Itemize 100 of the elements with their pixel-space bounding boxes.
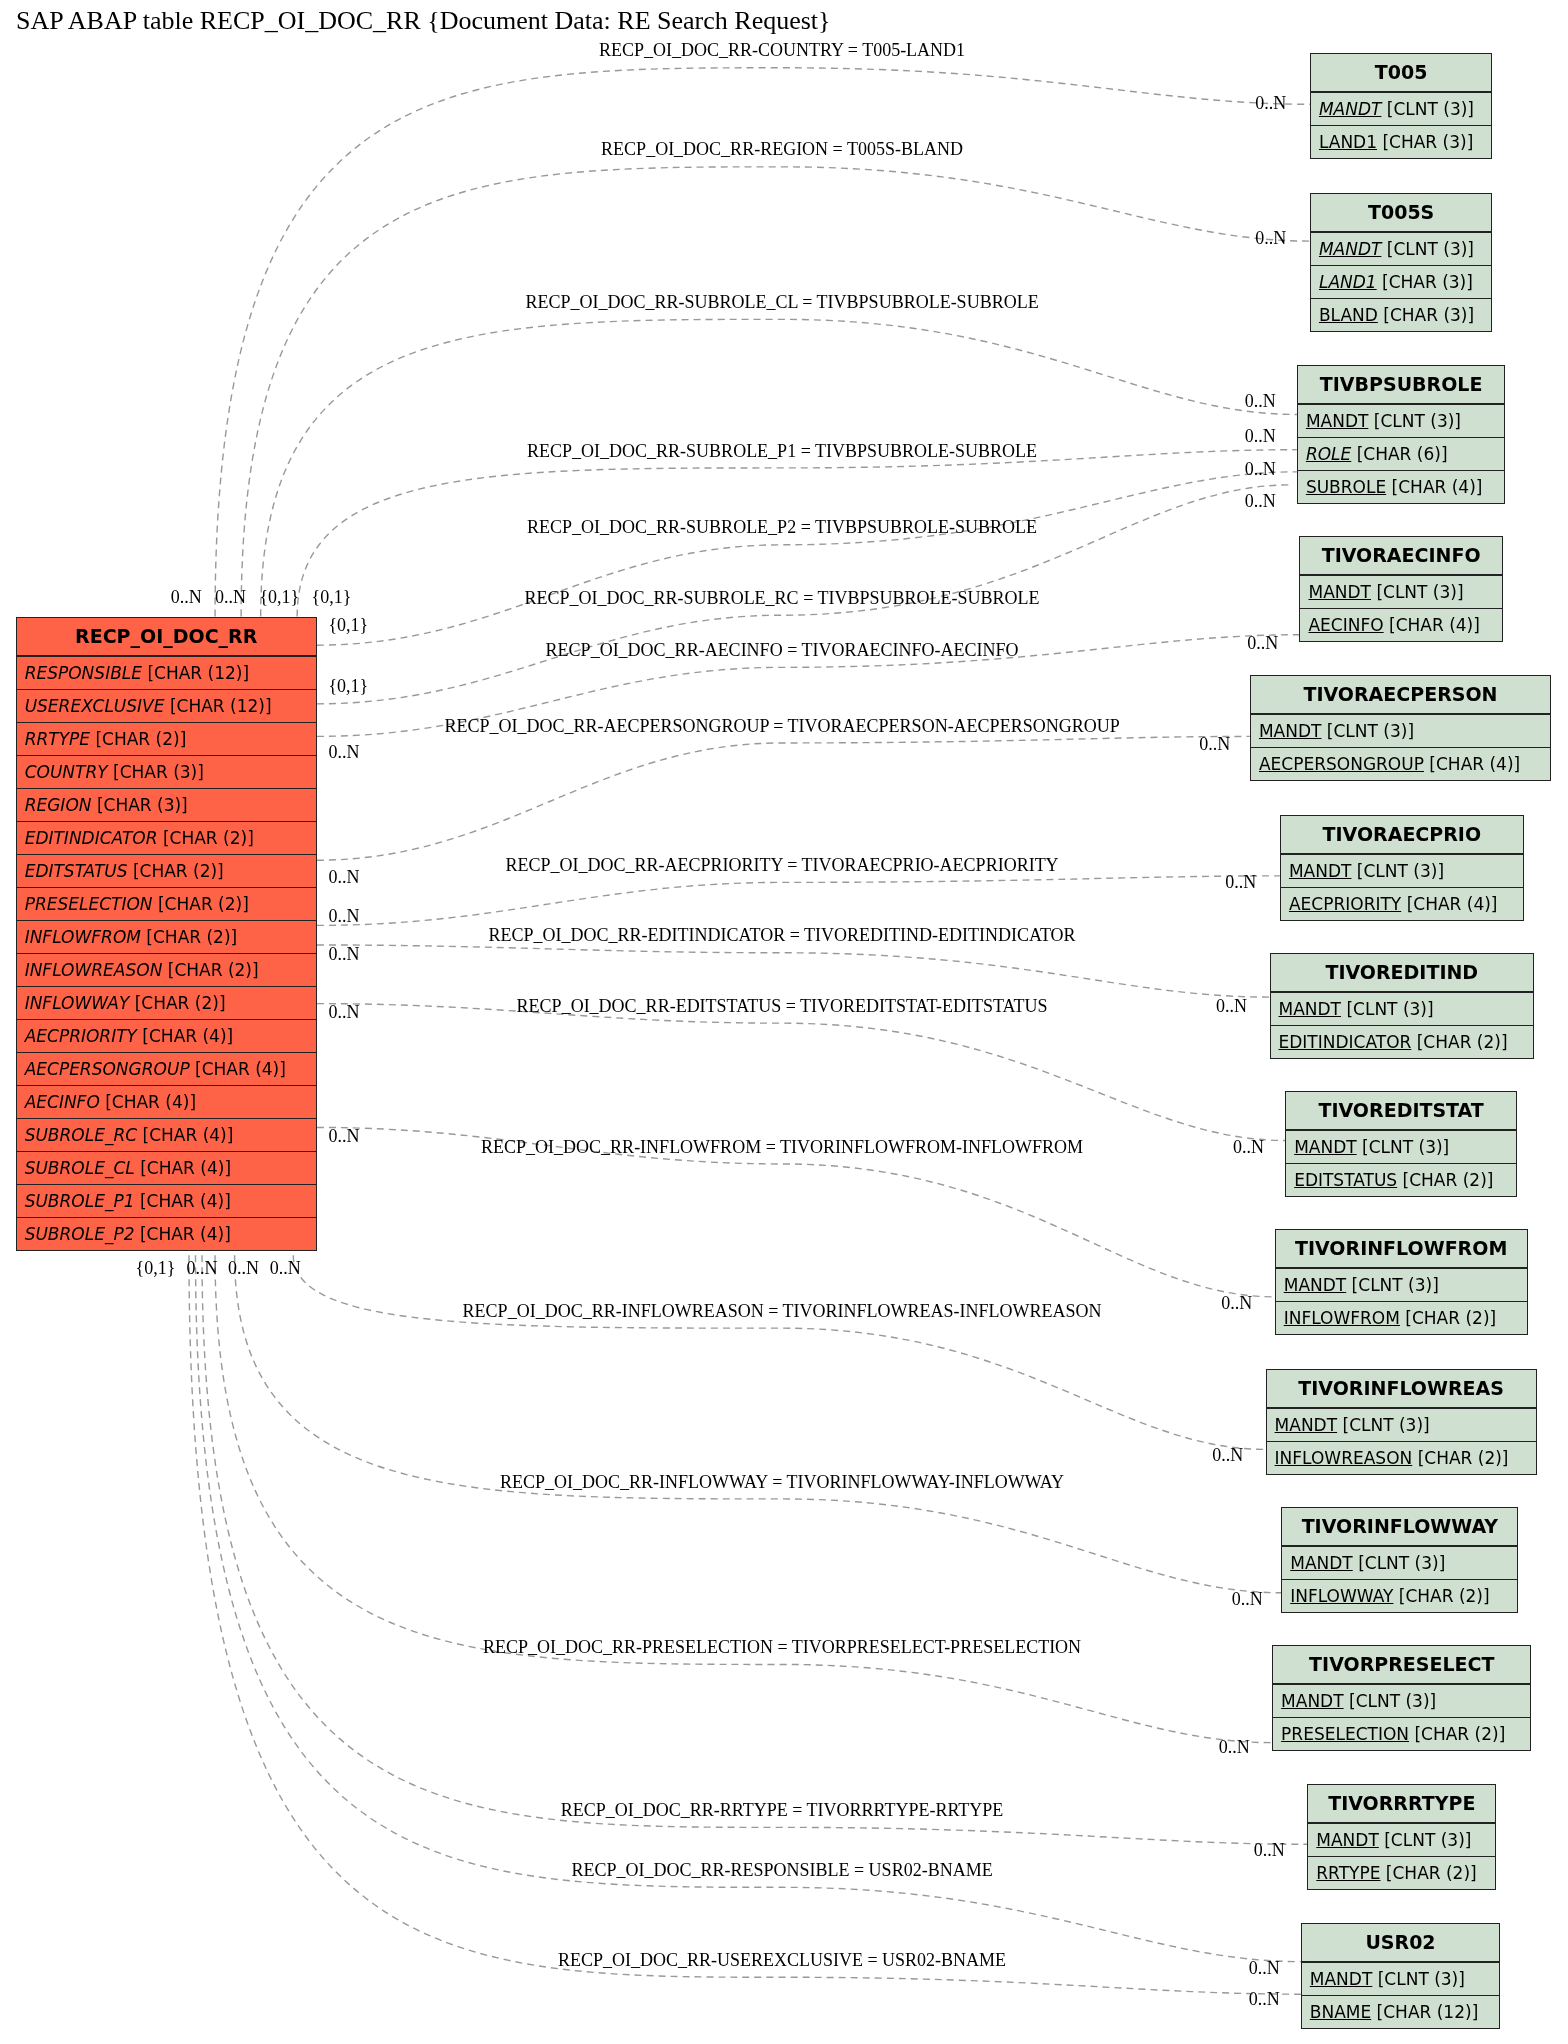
- field-row: AECINFO [CHAR (4)]: [16, 1084, 316, 1118]
- field-row: INFLOWFROM [CHAR (2)]: [1275, 1301, 1527, 1335]
- cardinality-label: 0..N: [1244, 491, 1276, 513]
- relation-label: RECP_OI_DOC_RR-USEREXCLUSIVE = USR02-BNAME: [557, 1949, 1007, 1971]
- relation-label: RECP_OI_DOC_RR-INFLOWWAY = TIVORINFLOWWAY-INFLOWWAY: [499, 1471, 1065, 1493]
- relation-label: RECP_OI_DOC_RR-PRESELECTION = TIVORPRESELECT-PRESELECTION: [482, 1637, 1082, 1659]
- cardinality-label: 0..N: [1221, 1292, 1253, 1314]
- field-row: MANDT [CLNT (3)]: [1301, 1961, 1500, 1995]
- relation-label: RECP_OI_DOC_RR-AECINFO = TIVORAECINFO-AECINFO: [545, 639, 1019, 661]
- cardinality-label: {0,1}: [135, 1257, 176, 1279]
- field-row: AECPRIORITY [CHAR (4)]: [1280, 886, 1523, 920]
- relation-label: RECP_OI_DOC_RR-SUBROLE_CL = TIVBPSUBROLE-SUBROLE: [525, 291, 1039, 313]
- relation-label: RECP_OI_DOC_RR-SUBROLE_RC = TIVBPSUBROLE-SUBROLE: [524, 587, 1040, 609]
- relation-label: RECP_OI_DOC_RR-AECPERSONGROUP = TIVORAECPERSON-AECPERSONGROUP: [444, 715, 1120, 737]
- cardinality-label: 0..N: [228, 1257, 260, 1279]
- cardinality-label: 0..N: [328, 866, 360, 888]
- cardinality-label: 0..N: [1218, 1737, 1250, 1759]
- field-row: PRESELECTION [CHAR (2)]: [16, 886, 316, 920]
- cardinality-label: 0..N: [1255, 92, 1287, 114]
- field-row: PRESELECTION [CHAR (2)]: [1273, 1716, 1531, 1750]
- field-row: BNAME [CHAR (12)]: [1301, 1994, 1500, 2028]
- cardinality-label: 0..N: [215, 586, 247, 608]
- field-row: SUBROLE [CHAR (4)]: [1297, 469, 1505, 503]
- field-row: MANDT [CLNT (3)]: [1250, 714, 1551, 748]
- cardinality-label: 0..N: [1248, 1957, 1280, 1979]
- field-row: MANDT [CLNT (3)]: [1286, 1129, 1517, 1163]
- field-row: EDITINDICATOR [CHAR (2)]: [16, 820, 316, 854]
- relation-label: RECP_OI_DOC_RR-SUBROLE_P2 = TIVBPSUBROLE-SUBROLE: [527, 517, 1037, 539]
- field-row: MANDT [CLNT (3)]: [1273, 1683, 1531, 1717]
- table-name: TIVORINFLOWREAS: [1266, 1369, 1536, 1408]
- relation-label: RECP_OI_DOC_RR-RRTYPE = TIVORRRTYPE-RRTYPE: [560, 1800, 1004, 1821]
- table-name: TIVORAECPRIO: [1280, 815, 1523, 854]
- cardinality-label: 0..N: [1244, 391, 1276, 412]
- field-row: SUBROLE_RC [CHAR (4)]: [16, 1117, 316, 1151]
- field-row: EDITSTATUS [CHAR (2)]: [1286, 1162, 1517, 1196]
- relation-label: RECP_OI_DOC_RR-REGION = T005S-BLAND: [601, 139, 963, 161]
- field-row: EDITSTATUS [CHAR (2)]: [16, 853, 316, 887]
- table-name: TIVOREDITIND: [1270, 953, 1534, 992]
- cardinality-label: 0..N: [328, 1126, 360, 1148]
- field-row: MANDT [CLNT (3)]: [1270, 991, 1534, 1025]
- cardinality-label: 0..N: [328, 943, 360, 965]
- cardinality-label: 0..N: [1225, 871, 1257, 893]
- field-row: INFLOWFROM [CHAR (2)]: [16, 919, 316, 953]
- field-row: INFLOWREASON [CHAR (2)]: [1266, 1440, 1536, 1474]
- table-name: USR02: [1301, 1923, 1500, 1962]
- field-row: COUNTRY [CHAR (3)]: [16, 754, 316, 788]
- relation-label: RECP_OI_DOC_RR-AECPRIORITY = TIVORAECPRIO-AECPRIORITY: [505, 855, 1059, 876]
- cardinality-label: 0..N: [1231, 1588, 1263, 1610]
- cardinality-label: {0,1}: [328, 676, 369, 698]
- field-row: SUBROLE_P1 [CHAR (4)]: [16, 1183, 316, 1217]
- field-row: AECPERSONGROUP [CHAR (4)]: [16, 1051, 316, 1085]
- relation-label: RECP_OI_DOC_RR-EDITSTATUS = TIVOREDITSTAT-EDITSTATUS: [516, 995, 1048, 1017]
- relation-label: RECP_OI_DOC_RR-INFLOWREASON = TIVORINFLOWREAS-INFLOWREASON: [462, 1300, 1102, 1322]
- field-row: RRTYPE [CHAR (2)]: [1308, 1856, 1496, 1890]
- field-row: MANDT [CLNT (3)]: [1310, 92, 1492, 126]
- field-row: LAND1 [CHAR (3)]: [1310, 125, 1492, 159]
- field-row: MANDT [CLNT (3)]: [1308, 1823, 1496, 1857]
- cardinality-label: 0..N: [328, 905, 360, 927]
- cardinality-label: {0,1}: [259, 586, 300, 608]
- field-row: SUBROLE_CL [CHAR (4)]: [16, 1150, 316, 1184]
- table-name: TIVORRRTYPE: [1308, 1785, 1496, 1824]
- diagram-title: SAP ABAP table RECP_OI_DOC_RR {Document Data: RE Search Request}: [16, 6, 831, 36]
- field-row: MANDT [CLNT (3)]: [1297, 403, 1505, 437]
- cardinality-label: 0..N: [1212, 1445, 1244, 1467]
- cardinality-label: 0..N: [328, 1002, 360, 1024]
- field-row: REGION [CHAR (3)]: [16, 787, 316, 821]
- relation-label: RECP_OI_DOC_RR-EDITINDICATOR = TIVOREDITIND-EDITINDICATOR: [488, 925, 1076, 947]
- field-row: AECPERSONGROUP [CHAR (4)]: [1250, 747, 1551, 781]
- cardinality-label: 0..N: [1255, 228, 1287, 250]
- table-name: TIVBPSUBROLE: [1297, 365, 1505, 404]
- table-name: TIVORINFLOWFROM: [1275, 1230, 1527, 1269]
- field-row: MANDT [CLNT (3)]: [1300, 574, 1502, 608]
- cardinality-label: 0..N: [170, 586, 202, 608]
- table-name: TIVORINFLOWWAY: [1282, 1507, 1518, 1546]
- field-row: AECPRIORITY [CHAR (4)]: [16, 1018, 316, 1052]
- cardinality-label: 0..N: [1233, 1136, 1264, 1158]
- cardinality-label: 0..N: [1216, 995, 1248, 1017]
- table-name: TIVORAECINFO: [1300, 536, 1502, 575]
- field-row: INFLOWWAY [CHAR (2)]: [16, 985, 316, 1019]
- field-row: MANDT [CLNT (3)]: [1310, 231, 1492, 265]
- relation-label: RECP_OI_DOC_RR-SUBROLE_P1 = TIVBPSUBROLE-SUBROLE: [527, 440, 1037, 462]
- field-row: EDITINDICATOR [CHAR (2)]: [1270, 1024, 1534, 1058]
- field-row: MANDT [CLNT (3)]: [1275, 1268, 1527, 1302]
- cardinality-label: 0..N: [269, 1257, 301, 1279]
- table-name: RECP_OI_DOC_RR: [16, 617, 316, 656]
- table-name: TIVORPRESELECT: [1273, 1645, 1531, 1684]
- field-row: INFLOWWAY [CHAR (2)]: [1282, 1578, 1518, 1612]
- cardinality-label: 0..N: [186, 1257, 218, 1279]
- relation-label: RECP_OI_DOC_RR-RESPONSIBLE = USR02-BNAME: [571, 1859, 993, 1881]
- cardinality-label: 0..N: [1248, 1989, 1280, 2010]
- cardinality-label: {0,1}: [311, 586, 352, 608]
- field-row: INFLOWREASON [CHAR (2)]: [16, 952, 316, 986]
- cardinality-label: 0..N: [1199, 733, 1231, 755]
- relation-label: RECP_OI_DOC_RR-COUNTRY = T005-LAND1: [598, 40, 966, 62]
- cardinality-label: 0..N: [1247, 633, 1279, 655]
- field-row: MANDT [CLNT (3)]: [1266, 1407, 1536, 1441]
- relation-label: RECP_OI_DOC_RR-INFLOWFROM = TIVORINFLOWFROM-INFLOWFROM: [481, 1136, 1083, 1158]
- field-row: BLAND [CHAR (3)]: [1310, 297, 1492, 331]
- field-row: LAND1 [CHAR (3)]: [1310, 264, 1492, 298]
- cardinality-label: 0..N: [1244, 458, 1276, 480]
